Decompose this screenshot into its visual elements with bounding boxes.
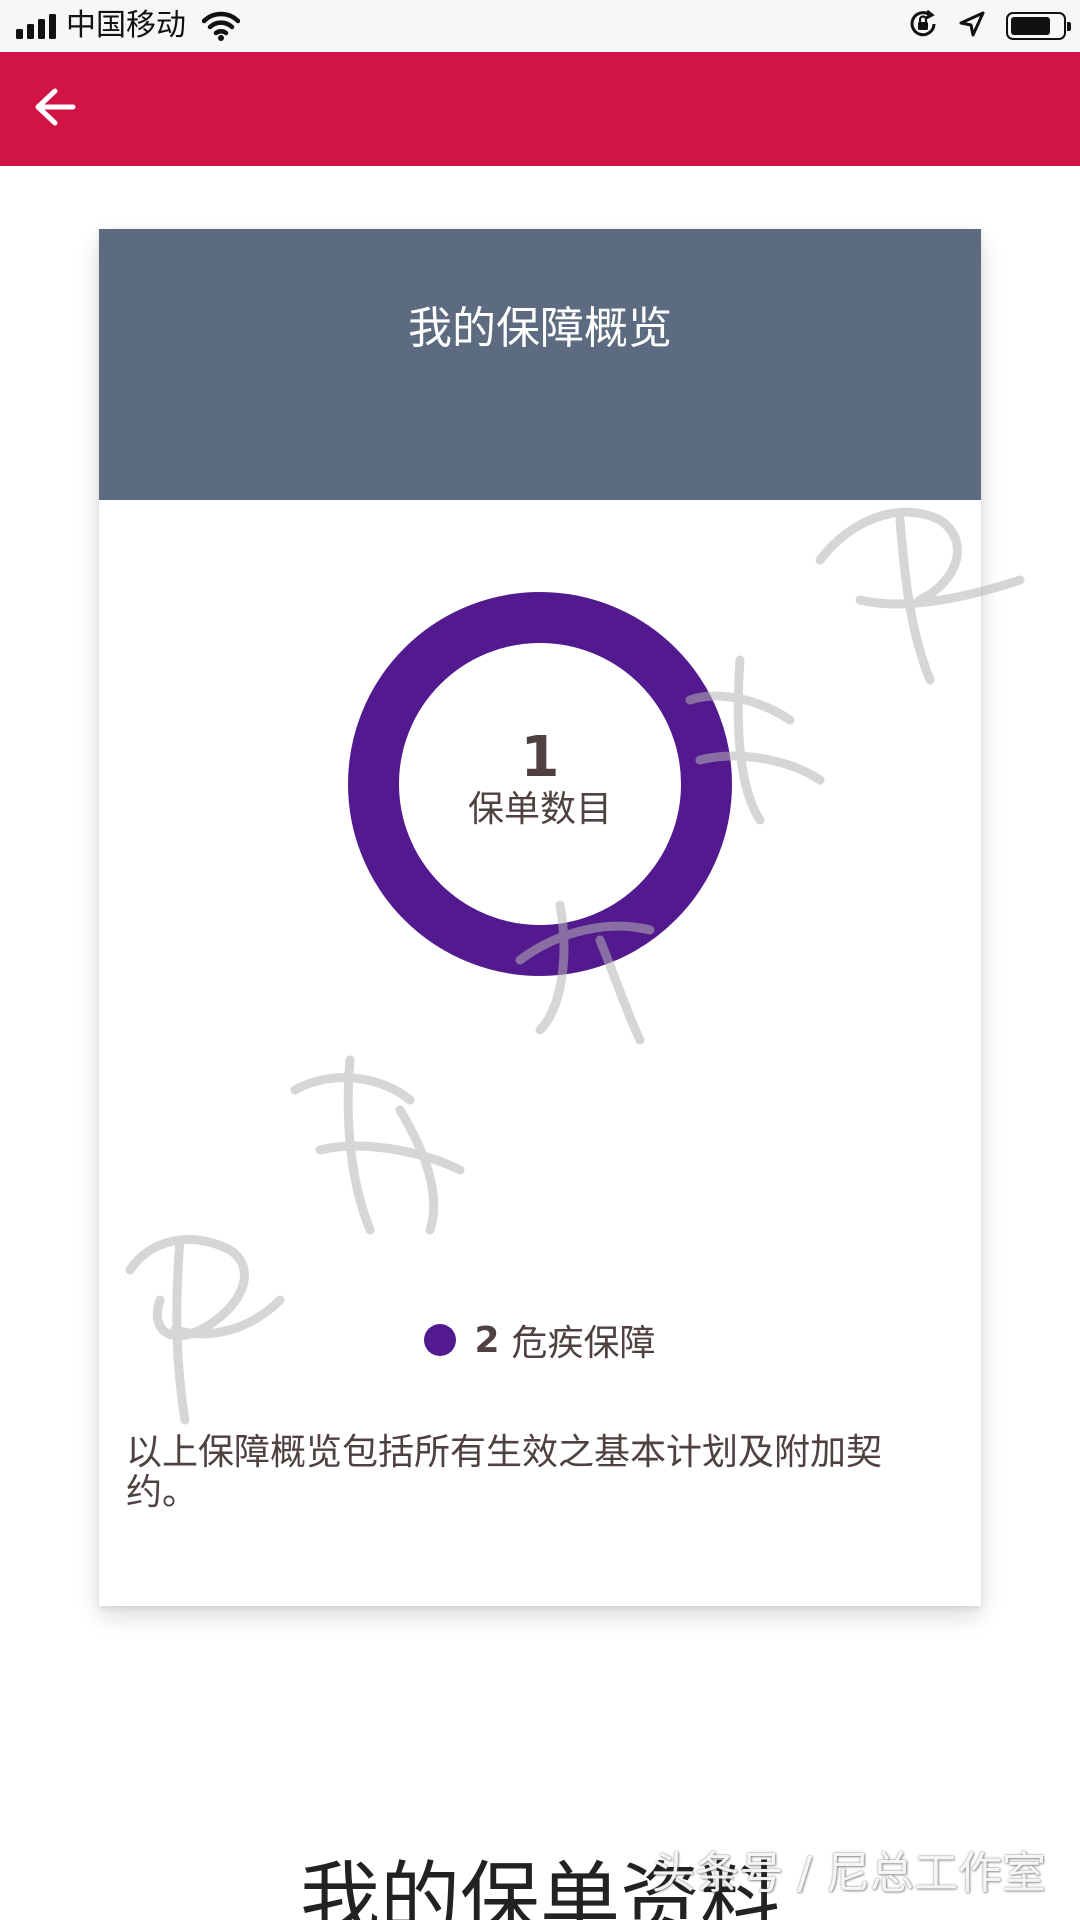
orientation-lock-icon (908, 9, 938, 43)
policy-count-label: 保单数目 (467, 789, 612, 830)
coverage-overview-card: 我的保障概览 1 保单数目 2 危疾保障 以上保障概览包括所有生效之基本计划及附… (99, 229, 981, 1606)
status-bar: 中国移动 (0, 0, 1080, 52)
battery-level (1011, 17, 1050, 35)
page: 中国移动 我的保障概览 1 保单数目 2 危疾保障 以上保障概览包括所有生效之基… (0, 0, 1080, 1920)
carrier-name: 中国移动 (66, 8, 186, 43)
app-bar (0, 52, 1080, 166)
wifi-icon (202, 11, 240, 41)
status-right (908, 0, 1071, 52)
arrow-left-icon (33, 87, 77, 131)
legend-item: 2 危疾保障 (99, 1314, 981, 1366)
status-left: 中国移动 (16, 0, 240, 52)
donut-center: 1 保单数目 (348, 592, 732, 976)
legend-label: 危疾保障 (511, 1323, 656, 1364)
signal-icon (16, 13, 56, 39)
legend-count: 2 (474, 1319, 500, 1361)
policy-count: 1 (520, 725, 560, 790)
overview-note: 以上保障概览包括所有生效之基本计划及附加契约。 (126, 1432, 883, 1513)
location-icon (958, 10, 986, 42)
policy-info-heading: 我的保单资料 (300, 1853, 780, 1920)
card-header: 我的保障概览 (99, 229, 981, 500)
battery-icon (1006, 12, 1071, 40)
card-title: 我的保障概览 (408, 303, 672, 354)
back-button[interactable] (20, 74, 90, 144)
legend-dot (424, 1324, 457, 1356)
